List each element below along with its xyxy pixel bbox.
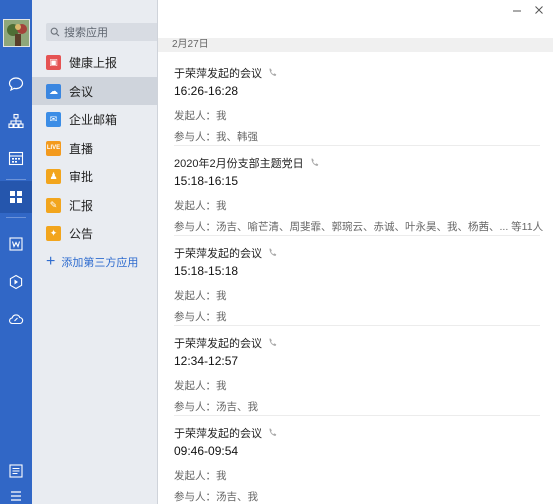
phone-icon <box>268 67 277 80</box>
divider <box>174 145 540 146</box>
app-item-report[interactable]: ✎ 汇报 <box>32 191 158 219</box>
live-icon: LIVE <box>46 140 61 156</box>
announcement-icon: ✦ <box>46 225 61 241</box>
meeting-card[interactable]: 于荣萍发起的会议 15:18-15:18 发起人：我 参与人：我 <box>174 245 544 324</box>
phone-icon <box>268 247 277 260</box>
app-item-announcement[interactable]: ✦ 公告 <box>32 219 158 247</box>
meeting-time: 09:46-09:54 <box>174 444 239 458</box>
meeting-initiator: 发起人：我 <box>174 290 227 302</box>
divider <box>174 325 540 326</box>
app-item-label: 企业邮箱 <box>69 112 118 127</box>
phone-icon <box>268 337 277 350</box>
add-third-party-app-link[interactable]: + 添加第三方应用 <box>46 254 138 270</box>
meeting-title: 于荣萍发起的会议 <box>174 428 262 440</box>
app-item-mail[interactable]: ✉ 企业邮箱 <box>32 105 158 133</box>
calendar-icon[interactable] <box>0 142 32 174</box>
divider <box>174 415 540 416</box>
nav-rail <box>0 0 32 504</box>
meeting-card[interactable]: 于荣萍发起的会议 09:46-09:54 发起人：我 参与人：汤吉、我 <box>174 425 544 504</box>
org-chart-icon[interactable] <box>0 105 32 137</box>
app-list-panel: 搜索应用 ▣ 健康上报 ☁ 会议 ✉ 企业邮箱 LIVE 直播 ♟ 审批 ✎ 汇… <box>32 0 161 504</box>
meeting-participants: 参与人：汤吉、我 <box>174 491 258 503</box>
apps-grid-icon[interactable] <box>0 181 32 213</box>
meeting-participants: 参与人：我、韩强 <box>174 131 258 143</box>
meeting-initiator: 发起人：我 <box>174 110 227 122</box>
more-icon[interactable] <box>0 480 32 504</box>
hexagon-app-icon[interactable] <box>0 266 32 298</box>
app-item-label: 审批 <box>69 169 94 184</box>
app-item-label: 健康上报 <box>69 55 118 70</box>
meeting-card[interactable]: 于荣萍发起的会议 16:26-16:28 发起人：我 参与人：我、韩强 <box>174 65 544 144</box>
app-item-label: 直播 <box>69 141 94 156</box>
meeting-initiator: 发起人：我 <box>174 470 227 482</box>
meeting-time: 15:18-16:15 <box>174 174 239 188</box>
rail-divider <box>6 179 26 180</box>
meeting-initiator: 发起人：我 <box>174 200 227 212</box>
divider <box>174 235 540 236</box>
meeting-cloud-icon: ☁ <box>46 83 61 99</box>
mail-icon: ✉ <box>46 111 61 127</box>
meeting-title-row: 于荣萍发起的会议 <box>174 65 544 81</box>
meeting-card[interactable]: 2020年2月份支部主题党日 15:18-16:15 发起人：我 参与人：汤吉、… <box>174 155 544 234</box>
meeting-card[interactable]: 于荣萍发起的会议 12:34-12:57 发起人：我 参与人：汤吉、我 <box>174 335 544 414</box>
report-icon: ✎ <box>46 197 61 213</box>
meeting-time: 12:34-12:57 <box>174 354 239 368</box>
meeting-title-row: 2020年2月份支部主题党日 <box>174 155 544 171</box>
meeting-title-row: 于荣萍发起的会议 <box>174 245 544 261</box>
rail-divider <box>6 217 26 218</box>
meeting-title-row: 于荣萍发起的会议 <box>174 335 544 351</box>
meeting-list-window: 2月27日 于荣萍发起的会议 16:26-16:28 发起人：我 参与人：我、韩… <box>157 0 553 504</box>
date-header: 2月27日 <box>158 38 553 52</box>
meeting-time: 15:18-15:18 <box>174 264 239 278</box>
meeting-initiator: 发起人：我 <box>174 380 227 392</box>
chat-icon[interactable] <box>0 68 32 100</box>
app-item-live[interactable]: LIVE 直播 <box>32 134 158 162</box>
app-item-health-report[interactable]: ▣ 健康上报 <box>32 48 158 76</box>
meeting-participants: 参与人：汤吉、我 <box>174 401 258 413</box>
meeting-title: 于荣萍发起的会议 <box>174 68 262 80</box>
app-item-approval[interactable]: ♟ 审批 <box>32 162 158 190</box>
close-icon[interactable] <box>534 4 544 18</box>
search-placeholder: 搜索应用 <box>64 27 108 39</box>
app-item-label: 会议 <box>69 84 94 99</box>
meeting-title-row: 于荣萍发起的会议 <box>174 425 544 441</box>
cloud-drive-icon[interactable] <box>0 303 32 335</box>
plus-icon: + <box>46 253 56 270</box>
app-search-input[interactable]: 搜索应用 <box>46 23 161 41</box>
approval-icon: ♟ <box>46 168 61 184</box>
avatar[interactable] <box>3 19 30 47</box>
meeting-title: 于荣萍发起的会议 <box>174 338 262 350</box>
meeting-time: 16:26-16:28 <box>174 84 239 98</box>
app-item-label: 汇报 <box>69 198 94 213</box>
search-icon <box>46 27 64 37</box>
app-item-label: 公告 <box>69 226 94 241</box>
phone-icon <box>268 427 277 440</box>
health-report-icon: ▣ <box>46 54 61 70</box>
meeting-title: 于荣萍发起的会议 <box>174 248 262 260</box>
add-app-label: 添加第三方应用 <box>61 257 139 269</box>
meeting-participants: 参与人：我 <box>174 311 227 323</box>
meeting-title: 2020年2月份支部主题党日 <box>174 158 304 170</box>
minimize-icon[interactable] <box>512 4 522 18</box>
meeting-participants: 参与人：汤吉、喻芒清、周斐霏、郭琬云、赤诚、叶永昊、我、杨茜、... 等11人 <box>174 221 544 233</box>
wps-document-icon[interactable] <box>0 228 32 260</box>
app-item-meeting[interactable]: ☁ 会议 <box>32 77 158 105</box>
phone-icon <box>310 157 319 170</box>
